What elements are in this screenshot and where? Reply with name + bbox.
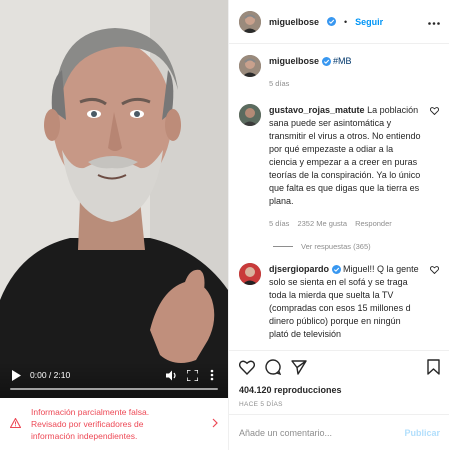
post-actions: 404.120 reproducciones HACE 5 DÍAS: [229, 350, 449, 408]
warning-line-1: Información parcialmente falsa.: [31, 407, 150, 417]
hashtag-link[interactable]: #MB: [333, 56, 352, 66]
comment-username[interactable]: djsergiopardo: [269, 264, 329, 274]
follow-button[interactable]: Seguir: [355, 17, 383, 27]
comment-body: gustavo_rojas_matute La población sana p…: [269, 104, 422, 230]
heart-icon[interactable]: [238, 360, 256, 377]
action-icons: [238, 357, 440, 379]
comment-time: 5 días: [269, 79, 290, 88]
warning-line-3: información independientes.: [31, 431, 138, 441]
options-icon[interactable]: [428, 17, 440, 27]
view-replies[interactable]: Ver respuestas (365): [273, 242, 440, 251]
video-controls-row: 0:00 / 2:10: [10, 368, 218, 382]
verified-icon: [331, 265, 341, 275]
comment-time: 5 días: [269, 219, 290, 228]
warning-text: Información parcialmente falsa. Revisado…: [31, 406, 202, 442]
avatar[interactable]: [239, 55, 261, 77]
comments-list: miguelbose #MB 5 días gustavo_rojas_matu…: [229, 45, 449, 348]
header-separator: •: [344, 16, 348, 27]
post-panel: miguelbose • Seguir miguelbose #MB 5 día…: [228, 0, 449, 450]
false-info-warning[interactable]: Información parcialmente falsa. Revisado…: [0, 398, 228, 450]
add-comment-bar: Publicar: [229, 414, 449, 450]
more-icon[interactable]: [206, 369, 218, 381]
heart-icon[interactable]: [429, 263, 440, 341]
comment-item: gustavo_rojas_matute La población sana p…: [239, 104, 440, 230]
comment-meta: 5 días 2352 Me gusta Responder: [269, 217, 422, 230]
instagram-post-modal: 0:00 / 2:10 Información parcialmente fal…: [0, 0, 449, 450]
fullscreen-icon[interactable]: [186, 369, 198, 381]
comment-text: Miguel!! Q la gente solo se sienta en el…: [269, 264, 419, 339]
header-username[interactable]: miguelbose: [269, 17, 319, 27]
video-progress-bar[interactable]: [10, 388, 218, 390]
avatar[interactable]: [239, 10, 261, 33]
warning-line-2: Revisado por verificadores de: [31, 419, 144, 429]
verified-icon: [327, 17, 337, 26]
comment-likes[interactable]: 2352 Me gusta: [297, 217, 347, 230]
video-player[interactable]: 0:00 / 2:10: [0, 0, 228, 398]
view-count[interactable]: 404.120 reproducciones: [239, 385, 440, 395]
video-time: 0:00 / 2:10: [30, 370, 71, 380]
comment-meta: 5 días: [269, 77, 440, 90]
post-date: HACE 5 DÍAS: [239, 401, 283, 408]
comment-input[interactable]: [239, 427, 405, 438]
comment-item: djsergiopardo Miguel!! Q la gente solo s…: [239, 263, 440, 341]
warning-icon: [9, 417, 22, 430]
volume-icon[interactable]: [166, 369, 178, 381]
comment-body: djsergiopardo Miguel!! Q la gente solo s…: [269, 263, 422, 341]
reply-button[interactable]: Responder: [355, 217, 392, 230]
post-header: miguelbose • Seguir: [229, 0, 449, 44]
comment-text: La población sana puede ser asintomática…: [269, 105, 421, 206]
media-column: 0:00 / 2:10 Información parcialmente fal…: [0, 0, 228, 450]
publish-button[interactable]: Publicar: [404, 428, 440, 438]
play-icon[interactable]: [10, 369, 22, 381]
video-frame-person: [0, 0, 228, 398]
replies-line: [273, 246, 293, 247]
chevron-right-icon[interactable]: [212, 418, 218, 430]
caption-body: miguelbose #MB 5 días: [269, 55, 440, 90]
comment-username[interactable]: miguelbose: [269, 56, 319, 66]
bookmark-icon[interactable]: [427, 359, 440, 377]
video-controls: 0:00 / 2:10: [0, 362, 228, 398]
avatar[interactable]: [239, 104, 261, 126]
comment-icon[interactable]: [265, 359, 282, 377]
share-icon[interactable]: [291, 359, 307, 377]
caption: miguelbose #MB 5 días: [239, 55, 440, 90]
verified-icon: [321, 57, 331, 67]
view-replies-label[interactable]: Ver respuestas (365): [301, 242, 371, 251]
comment-username[interactable]: gustavo_rojas_matute: [269, 105, 365, 115]
avatar[interactable]: [239, 263, 261, 285]
heart-icon[interactable]: [429, 104, 440, 230]
